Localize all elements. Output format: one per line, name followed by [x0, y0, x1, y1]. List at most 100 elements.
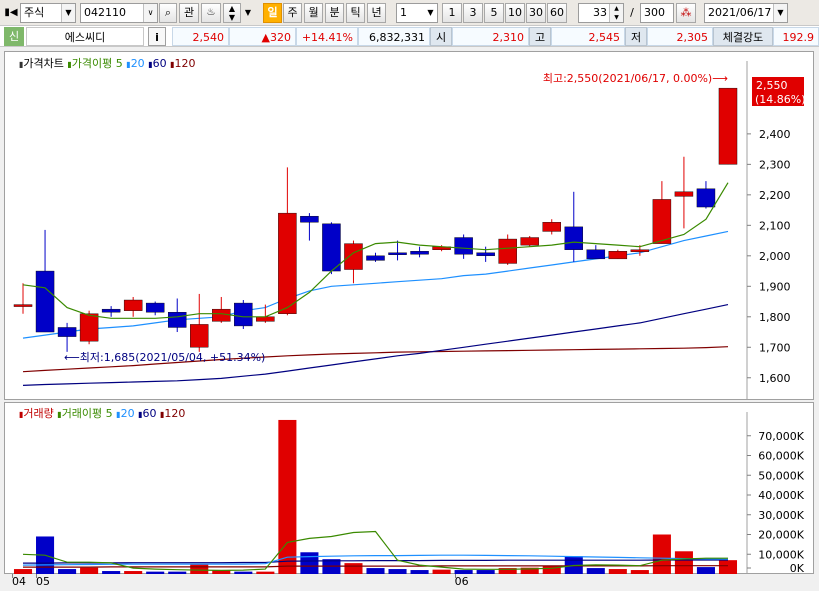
price-chart-svg[interactable]: 2,400 2,300 2,200 2,100 2,000 1,900 1,800 1,700… [4, 51, 814, 400]
candle-body [498, 238, 517, 264]
count-value: 33 [593, 6, 607, 19]
period-tab[interactable]: 일 [263, 3, 282, 23]
min-price-annotation: ⟵최저:1,685(2021/05/04, +51.34%) [64, 351, 265, 364]
refresh-icon[interactable]: ♨ [201, 3, 221, 23]
quick-interval-button[interactable]: 5 [484, 3, 504, 23]
x-axis-tick [36, 574, 37, 578]
volume-tick-label: 30,000K [758, 509, 804, 522]
quick-interval-button[interactable]: 30 [526, 3, 546, 23]
period-tab[interactable]: 년 [367, 3, 386, 23]
volume-bar [344, 563, 363, 574]
stepper-icon[interactable]: ▲ ▼ [609, 4, 623, 22]
volume-bar [652, 534, 671, 574]
max-price-annotation: 최고:2,550(2021/06/17, 0.00%)⟶ [543, 72, 728, 85]
candle-body [212, 308, 231, 322]
candle-body [300, 215, 319, 223]
candle-body [167, 312, 187, 328]
volume-bar [300, 552, 319, 574]
x-axis-tick [12, 574, 13, 578]
quick-interval-button[interactable]: 3 [463, 3, 483, 23]
period-tab[interactable]: 월 [304, 3, 323, 23]
candle-body [123, 299, 143, 311]
x-axis-label: 04 [12, 575, 26, 588]
period-tab[interactable]: 분 [325, 3, 344, 23]
candle-body [652, 199, 672, 244]
interval-select[interactable]: 1 ▼ [396, 3, 438, 23]
date-picker[interactable]: 2021/06/17 ▼ [704, 3, 788, 23]
watchlist-button[interactable]: 관 [179, 3, 199, 23]
candle-body [234, 302, 253, 327]
candle-body [564, 226, 584, 250]
candle-body [35, 270, 55, 333]
candle-body [718, 87, 738, 165]
info-bar: 신 에스씨디 i 2,540 ▲320 +14.41% 6,832,331 시 … [0, 26, 819, 47]
market-select[interactable]: 주식 ▼ [20, 3, 76, 23]
updown-icon[interactable]: ▲ ▼ [223, 3, 241, 23]
price-tick-label: 2,000 [759, 250, 791, 263]
period-tab[interactable]: 틱 [346, 3, 365, 23]
price-change: ▲320 [229, 27, 296, 46]
quick-interval-button[interactable]: 60 [547, 3, 567, 23]
price-tick-label: 1,800 [759, 311, 791, 324]
candle-body [145, 302, 165, 313]
candle-body [608, 251, 628, 260]
search-icon[interactable]: ⌕ [159, 3, 177, 23]
chevron-down-icon: ▼ [427, 8, 434, 17]
price-tick-label: 2,100 [759, 219, 791, 232]
period-tab[interactable]: 주 [283, 3, 302, 23]
candle-body [696, 188, 716, 208]
chevron-down-icon: ▼ [61, 4, 75, 22]
volume-bar [718, 560, 738, 574]
volume-bar [696, 567, 715, 574]
panel-toggle-icon[interactable]: ▮◀ [4, 3, 18, 23]
chevron-down-icon: ▼ [773, 4, 787, 22]
credit-badge: 신 [4, 27, 24, 46]
low-label: 저 [625, 27, 647, 46]
current-price-tag-pct: (14.86%) [755, 93, 806, 106]
candle-body [101, 308, 121, 313]
high-value: 2,545 [551, 27, 625, 46]
price-tick-label: 2,200 [759, 189, 791, 202]
candle-body [57, 327, 77, 337]
volume-tick-label: 50,000K [758, 469, 804, 482]
price-tick-label: 1,600 [759, 372, 791, 385]
count-stepper[interactable]: 33 ▲ ▼ [578, 3, 624, 23]
volume-chart-svg[interactable]: 70,000K 60,000K 50,000K 40,000K 30,000K 20,00… [4, 402, 814, 574]
quick-interval-button[interactable]: 1 [442, 3, 462, 23]
code-input[interactable]: 042110 ∨ [80, 3, 158, 23]
code-input-value: 042110 [84, 6, 126, 19]
trade-volume: 6,832,331 [358, 27, 430, 46]
volume-bar [190, 564, 209, 574]
total-input[interactable]: 300 [640, 3, 674, 23]
candle-body [388, 252, 407, 255]
candle-body [674, 191, 694, 197]
candle-body [322, 223, 341, 272]
candle-body [454, 237, 473, 255]
open-label: 시 [430, 27, 452, 46]
quick-interval-button[interactable]: 10 [505, 3, 525, 23]
price-tick-label: 1,700 [759, 341, 791, 354]
dropdown-arrow-icon[interactable]: ▼ [243, 3, 253, 23]
interval-value: 1 [400, 6, 407, 19]
candle-body [344, 243, 363, 270]
volume-tick-label: 10,000K [758, 548, 804, 561]
x-axis-label: 05 [36, 575, 50, 588]
volume-tick-label: 60,000K [758, 450, 804, 463]
candle-body [256, 316, 275, 322]
change-percent: +14.41% [296, 27, 358, 46]
current-price-tag-value: 2,550 [756, 79, 788, 92]
grid-settings-icon[interactable]: ⁂ [676, 3, 696, 23]
candle-body [476, 252, 495, 257]
volume-tick-label: 20,000K [758, 529, 804, 542]
vol-ma60-line [23, 559, 728, 564]
price-tick-label: 2,400 [759, 128, 791, 141]
info-button[interactable]: i [148, 27, 166, 46]
ma20-line [22, 230, 729, 339]
candle-body [520, 237, 539, 246]
ma5-line [22, 182, 729, 319]
strength-label: 체결강도 [713, 27, 773, 46]
high-label: 고 [529, 27, 551, 46]
price-tick-label: 2,300 [759, 158, 791, 171]
candle-body [79, 313, 99, 342]
candle-body [278, 212, 297, 314]
